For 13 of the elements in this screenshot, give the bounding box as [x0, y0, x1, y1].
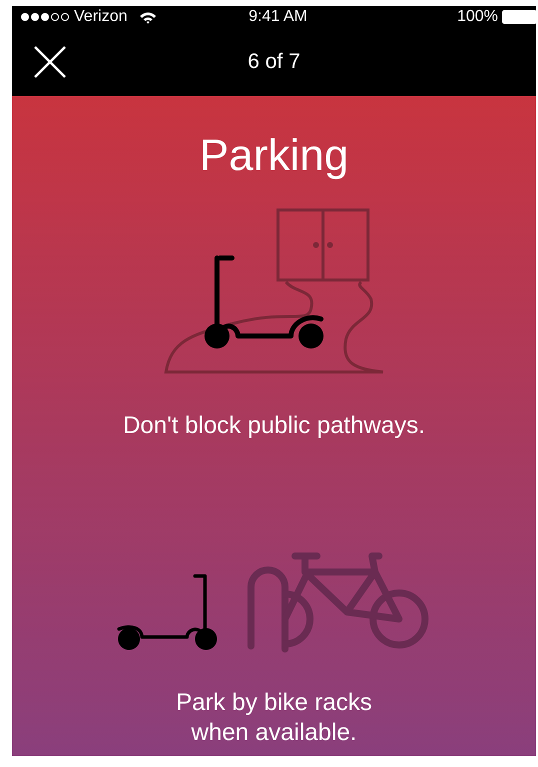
battery-percent: 100%: [457, 7, 498, 27]
scooter-icon: [204, 255, 324, 348]
wifi-icon: [139, 10, 158, 24]
close-button[interactable]: [34, 46, 66, 78]
page-counter: 6 of 7: [248, 49, 300, 76]
battery-icon: [502, 10, 536, 24]
page-heading: Parking: [198, 130, 350, 182]
signal-icon: [20, 12, 70, 22]
scooter-icon: [117, 574, 217, 650]
tip-text: Park by bike racks when available.: [174, 688, 374, 748]
carrier-name: Verizon: [74, 7, 128, 27]
status-time: 9:41 AM: [248, 7, 308, 27]
tip-text: Don't block public pathways.: [122, 410, 426, 441]
